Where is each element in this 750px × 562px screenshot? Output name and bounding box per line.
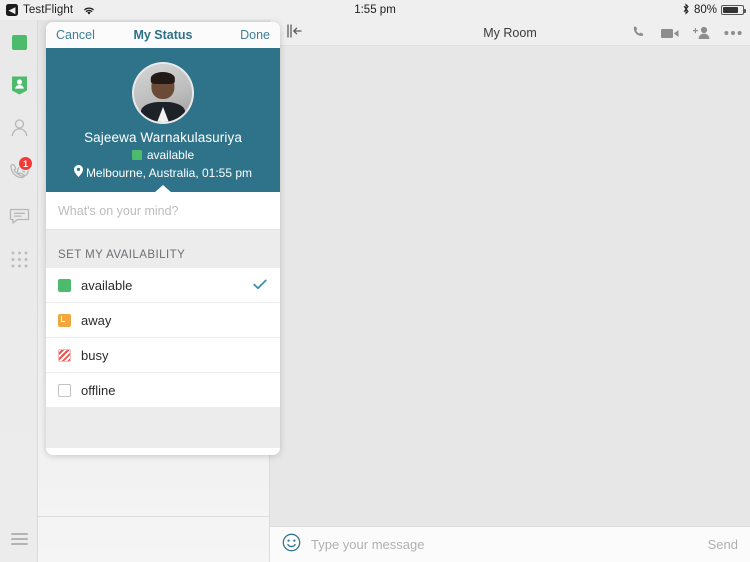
modal-toolbar: Cancel My Status Done bbox=[46, 22, 280, 48]
availability-option-available[interactable]: available bbox=[46, 268, 280, 303]
map-pin-icon bbox=[73, 165, 83, 180]
collapse-sidebar-icon[interactable] bbox=[286, 24, 306, 38]
availability-option-offline[interactable]: offline bbox=[46, 373, 280, 408]
chat-header: My Room bbox=[270, 20, 750, 46]
sidebar-item-keypad[interactable] bbox=[0, 240, 38, 284]
profile-hero: Sajeewa Warnakulasuriya available Melbou… bbox=[46, 48, 280, 193]
mood-input[interactable] bbox=[58, 203, 268, 218]
message-composer: Send bbox=[270, 526, 750, 562]
battery-icon bbox=[721, 5, 746, 15]
available-square-icon bbox=[131, 150, 142, 160]
hero-notch bbox=[154, 185, 172, 193]
availability-option-busy[interactable]: busy bbox=[46, 338, 280, 373]
message-list bbox=[270, 46, 750, 534]
chat-header-actions bbox=[632, 25, 742, 40]
list-item[interactable] bbox=[38, 517, 269, 562]
option-label: away bbox=[81, 312, 112, 328]
profile-presence: available bbox=[46, 148, 280, 162]
contact-card-icon bbox=[9, 72, 30, 100]
sidebar-item-people[interactable] bbox=[0, 108, 38, 152]
profile-location-label: Melbourne, Australia, 01:55 pm bbox=[85, 165, 253, 180]
person-outline-icon bbox=[9, 117, 30, 144]
video-camera-icon[interactable] bbox=[660, 26, 680, 40]
profile-name: Sajeewa Warnakulasuriya bbox=[84, 130, 242, 145]
option-label: offline bbox=[81, 382, 116, 398]
modal-title: My Status bbox=[133, 28, 193, 42]
profile-location: Melbourne, Australia, 01:55 pm bbox=[46, 165, 280, 180]
chat-bubble-icon bbox=[8, 206, 31, 231]
status-bar-clock: 1:55 pm bbox=[354, 4, 396, 16]
bluetooth-icon bbox=[682, 2, 690, 18]
busy-striped-icon bbox=[58, 348, 71, 362]
away-clock-icon bbox=[58, 313, 71, 327]
option-label: busy bbox=[81, 347, 109, 363]
phone-icon[interactable] bbox=[632, 25, 647, 40]
sidebar-menu-button[interactable] bbox=[0, 530, 38, 548]
mood-field-row bbox=[46, 192, 280, 230]
calls-unread-badge: 1 bbox=[18, 156, 33, 171]
modal-footer-spacer bbox=[46, 408, 280, 448]
avatar[interactable] bbox=[132, 62, 194, 124]
available-square-icon bbox=[58, 278, 71, 292]
checkmark-icon bbox=[253, 278, 267, 293]
option-label: available bbox=[81, 277, 133, 293]
offline-empty-icon bbox=[58, 383, 71, 397]
send-button[interactable]: Send bbox=[708, 537, 738, 552]
green-square-icon bbox=[11, 34, 27, 50]
my-status-modal: Cancel My Status Done Sajeewa Warnakulas… bbox=[46, 22, 280, 455]
smiley-icon[interactable] bbox=[282, 533, 301, 557]
sidebar-item-calls[interactable]: 1 bbox=[0, 152, 38, 196]
status-bar-right: 80% bbox=[682, 2, 746, 18]
add-person-icon[interactable] bbox=[693, 25, 711, 40]
availability-section-title: SET MY AVAILABILITY bbox=[46, 230, 280, 268]
sidebar-item-chats[interactable] bbox=[0, 196, 38, 240]
sidebar-item-status-square[interactable] bbox=[0, 20, 38, 64]
ellipsis-icon[interactable] bbox=[724, 30, 742, 36]
availability-option-away[interactable]: away bbox=[46, 303, 280, 338]
battery-percent-label: 80% bbox=[693, 4, 717, 16]
hamburger-menu-icon bbox=[10, 530, 28, 548]
ios-status-bar: ◀ TestFlight 1:55 pm 80% bbox=[0, 0, 750, 20]
left-icon-rail: 1 bbox=[0, 20, 38, 562]
dialpad-icon bbox=[10, 250, 29, 274]
sidebar-item-contacts[interactable] bbox=[0, 64, 38, 108]
message-input[interactable] bbox=[311, 537, 698, 552]
app-root: ◀ TestFlight 1:55 pm 80% 1 My Room Type … bbox=[0, 0, 750, 562]
chat-panel: My Room Type your message Send bbox=[270, 20, 750, 562]
list-item[interactable] bbox=[38, 455, 269, 517]
profile-presence-label: available bbox=[146, 148, 195, 162]
